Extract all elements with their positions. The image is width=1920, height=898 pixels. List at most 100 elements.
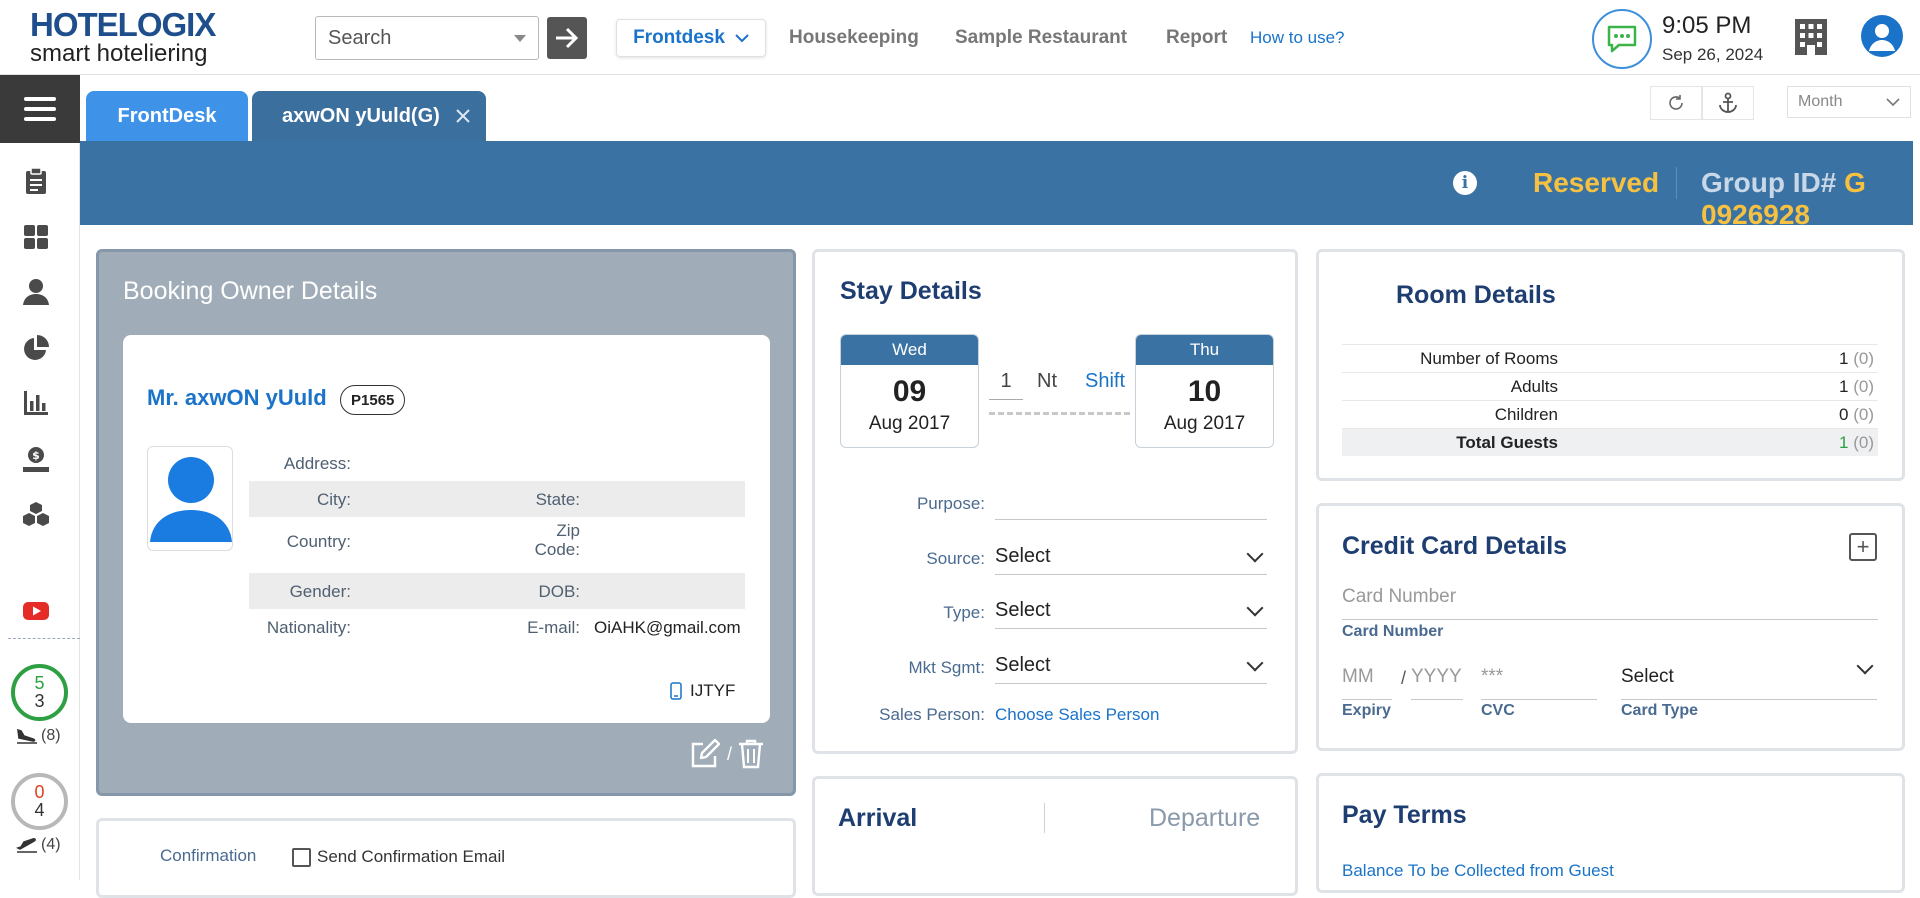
type-select[interactable]: Select [995, 593, 1267, 629]
card-type-label: Card Type [1621, 702, 1699, 719]
nav-housekeeping[interactable]: Housekeeping [789, 27, 919, 49]
guest-icon[interactable] [22, 278, 50, 306]
card-number-input[interactable]: Card Number [1342, 586, 1878, 620]
country-label: Country: [286, 532, 351, 551]
owner-city-row: City: State: [249, 481, 745, 517]
refresh-button[interactable] [1650, 86, 1702, 120]
room-details-table: Number of Rooms 1 (0) Adults 1 (0) Child… [1342, 344, 1878, 456]
booking-status: Reserved [1533, 167, 1660, 198]
delete-icon[interactable] [738, 739, 764, 769]
clipboard-icon[interactable] [22, 167, 50, 195]
shift-link[interactable]: Shift [1085, 370, 1125, 393]
actions-separator: / [727, 743, 733, 764]
arrivals-progress-ring[interactable]: 5 3 [11, 664, 68, 721]
cvc-input[interactable]: *** [1481, 666, 1597, 700]
hamburger-menu-icon[interactable] [0, 75, 80, 143]
view-period-select[interactable]: Month [1787, 86, 1911, 118]
search-go-button[interactable] [547, 17, 587, 59]
owner-name-link[interactable]: Mr. axwON yUuld [147, 385, 327, 411]
choose-sales-person-link[interactable]: Choose Sales Person [995, 705, 1159, 725]
rooms-count: 1 [1839, 349, 1849, 368]
total-guests-value: 1 (0) [1839, 433, 1874, 453]
send-confirmation-email[interactable]: Send Confirmation Email [292, 847, 505, 867]
send-confirmation-checkbox[interactable] [292, 847, 311, 867]
type-label: Type: [943, 603, 985, 622]
checkout-date[interactable]: Thu 10 Aug 2017 [1135, 334, 1274, 448]
nav-frontdesk-dropdown[interactable]: Frontdesk [616, 19, 766, 57]
arrival-title[interactable]: Arrival [838, 804, 917, 833]
expiry-year-input[interactable]: YYYY [1411, 666, 1463, 700]
pie-chart-icon[interactable] [22, 334, 50, 362]
stay-details-title: Stay Details [840, 277, 982, 305]
how-to-use-link[interactable]: How to use? [1250, 28, 1345, 48]
total-guests-extra: (0) [1853, 433, 1874, 452]
dashboard-icon[interactable] [22, 223, 50, 251]
hotel-building-icon[interactable] [1793, 17, 1829, 62]
departures-progress-ring[interactable]: 0 4 [11, 773, 68, 830]
type-row: Type: Select [815, 593, 1295, 633]
owner-profile-badge: P1565 [340, 385, 406, 415]
nights-count[interactable]: 1 [989, 370, 1023, 400]
pay-terms-panel: Pay Terms Balance To be Collected from G… [1316, 773, 1905, 893]
cash-icon[interactable]: $ [22, 445, 50, 473]
checkout-month: Aug 2017 [1163, 413, 1246, 434]
expiry-month-input[interactable]: MM [1342, 666, 1392, 700]
purpose-input[interactable] [995, 484, 1267, 520]
close-icon[interactable] [456, 109, 470, 123]
balance-collected-link[interactable]: Balance To be Collected from Guest [1342, 861, 1614, 881]
edit-icon[interactable] [689, 739, 721, 769]
logo-wordmark: HOTELOGIX [30, 6, 216, 43]
plane-takeoff-icon [16, 838, 37, 853]
purpose-label: Purpose: [916, 494, 985, 513]
confirmation-panel: Confirmation Send Confirmation Email [96, 818, 796, 898]
chevron-down-icon [1856, 657, 1874, 675]
add-card-icon[interactable]: + [1849, 533, 1877, 561]
children-value: 0 (0) [1839, 405, 1874, 425]
tab-group-booking[interactable]: axwON yUuld(G) [252, 91, 486, 141]
departures-count-label: (4) [41, 836, 61, 853]
nav-sample-restaurant[interactable]: Sample Restaurant [955, 27, 1127, 49]
clock-date: Sep 26, 2024 [1662, 45, 1764, 64]
rooms-value: 1 (0) [1839, 349, 1874, 369]
city-label: City: [317, 490, 351, 509]
cubes-icon[interactable] [22, 500, 50, 528]
checkin-date[interactable]: Wed 09 Aug 2017 [840, 334, 979, 448]
tab-frontdesk[interactable]: FrontDesk [86, 91, 248, 141]
room-row-total-guests: Total Guests 1 (0) [1342, 428, 1878, 456]
user-avatar-icon[interactable] [1861, 15, 1903, 57]
nav-report[interactable]: Report [1166, 27, 1227, 49]
source-select[interactable]: Select [995, 539, 1267, 575]
mkt-sgmt-select[interactable]: Select [995, 648, 1267, 684]
chevron-down-icon[interactable] [514, 34, 526, 42]
departures-done: 0 [34, 782, 45, 803]
plane-landing-icon [17, 728, 37, 744]
source-row: Source: Select [815, 539, 1295, 579]
youtube-icon[interactable] [22, 597, 50, 625]
departure-title[interactable]: Departure [1149, 804, 1260, 833]
chat-button[interactable] [1592, 9, 1652, 69]
children-label: Children [1494, 405, 1558, 424]
address-label: Address: [283, 454, 351, 473]
anchor-button[interactable] [1702, 86, 1754, 120]
search-input[interactable]: Search [315, 16, 539, 60]
arrivals-count[interactable]: (8) [16, 727, 61, 745]
bar-chart-icon[interactable] [22, 389, 50, 417]
room-row-children: Children 0 (0) [1342, 400, 1878, 428]
group-id-label: Group ID# [1701, 167, 1837, 198]
chevron-down-icon [1886, 97, 1900, 106]
arrivals-count-label: (8) [41, 727, 61, 744]
rooms-label: Number of Rooms [1420, 349, 1558, 368]
checkin-day: Wed [841, 335, 978, 365]
info-icon[interactable]: i [1453, 171, 1477, 195]
arrow-right-icon [556, 27, 579, 49]
departures-count[interactable]: (4) [16, 836, 61, 854]
owner-phone: IJTYF [670, 681, 735, 701]
mkt-sgmt-label: Mkt Sgmt: [908, 658, 985, 677]
arrival-divider [1044, 803, 1045, 833]
arrivals-total: 3 [34, 690, 45, 711]
type-value: Select [995, 599, 1051, 621]
chat-icon [1607, 25, 1637, 53]
arrivals-done: 5 [34, 673, 45, 694]
card-type-select[interactable]: Select [1621, 657, 1877, 700]
hotelogix-logo[interactable]: HOTELOGIX smart hoteliering [30, 6, 216, 66]
